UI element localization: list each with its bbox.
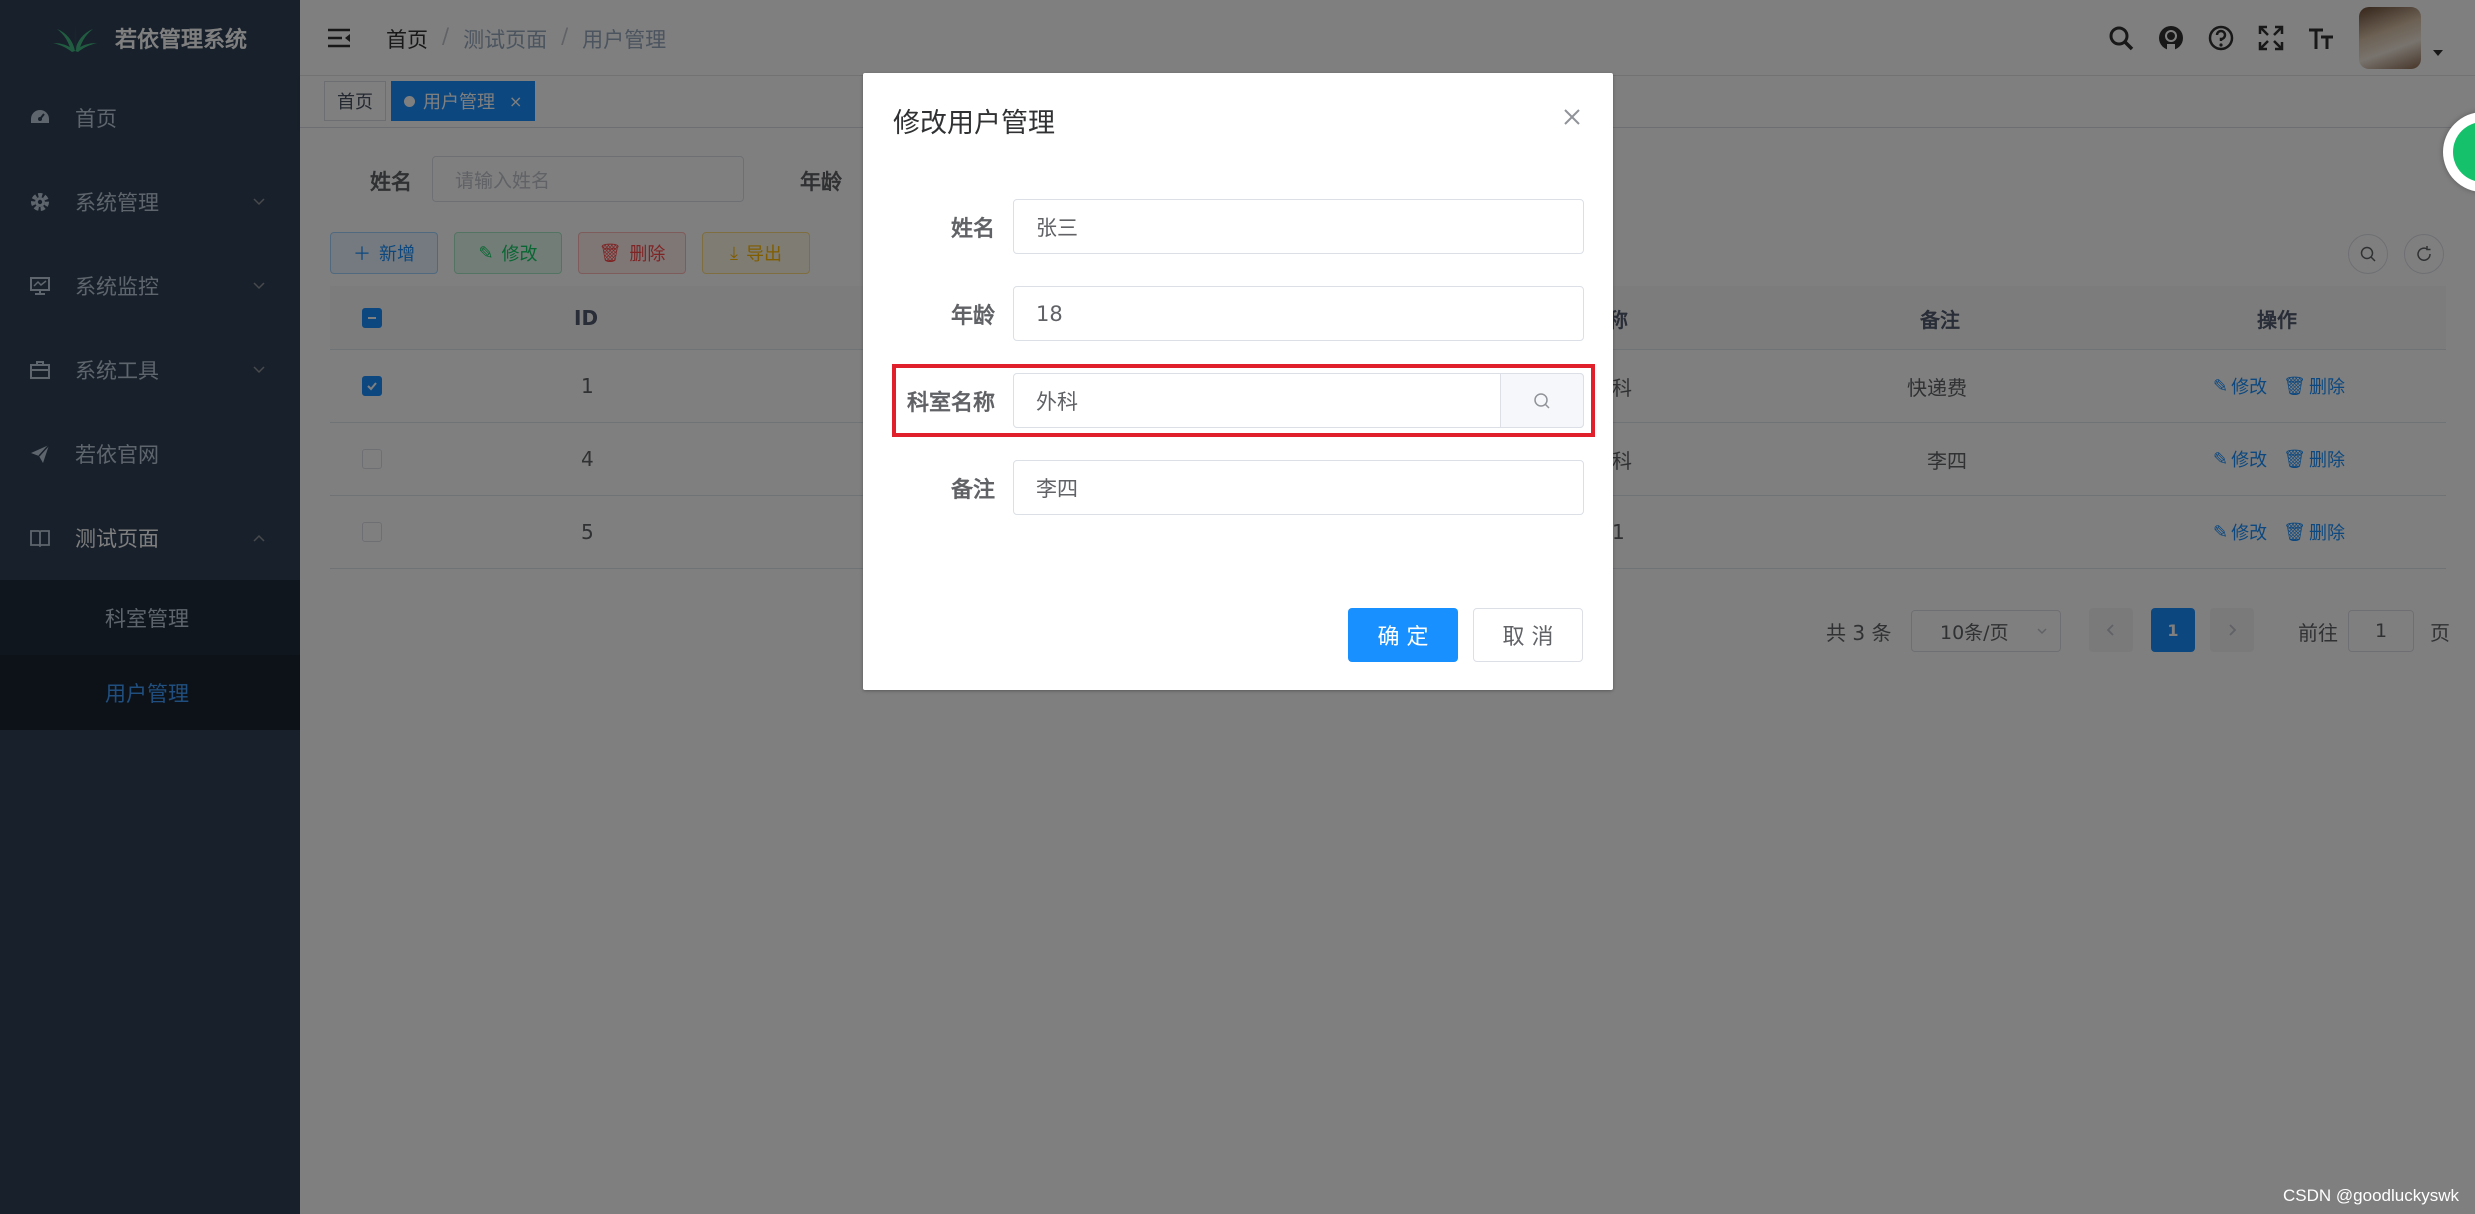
confirm-button[interactable]: 确 定 xyxy=(1348,608,1458,662)
remark-field[interactable]: 李四 xyxy=(1013,460,1584,515)
remark-field-value: 李四 xyxy=(1036,476,1078,501)
name-field-value: 张三 xyxy=(1036,215,1078,240)
remark-field-label: 备注 xyxy=(950,478,995,503)
dept-field-value: 外科 xyxy=(1036,389,1078,414)
dept-field-label: 科室名称 xyxy=(906,391,995,416)
dialog-title: 修改用户管理 xyxy=(893,108,1055,139)
edit-user-dialog: 修改用户管理 姓名 张三 年龄 18 科室名称 外科 备注 李四 确 定 取 消 xyxy=(863,73,1613,690)
name-field-label: 姓名 xyxy=(950,217,995,242)
watermark: CSDN @goodluckyswk xyxy=(2283,1186,2459,1205)
cancel-button[interactable]: 取 消 xyxy=(1473,608,1583,662)
age-field-value: 18 xyxy=(1036,301,1063,326)
search-icon xyxy=(1534,392,1550,409)
age-field[interactable]: 18 xyxy=(1013,286,1584,341)
age-field-label: 年龄 xyxy=(950,304,995,329)
dept-search-button[interactable] xyxy=(1500,373,1584,428)
dept-name-field[interactable]: 外科 xyxy=(1013,373,1584,428)
close-icon[interactable] xyxy=(1561,106,1583,128)
name-field[interactable]: 张三 xyxy=(1013,199,1584,254)
